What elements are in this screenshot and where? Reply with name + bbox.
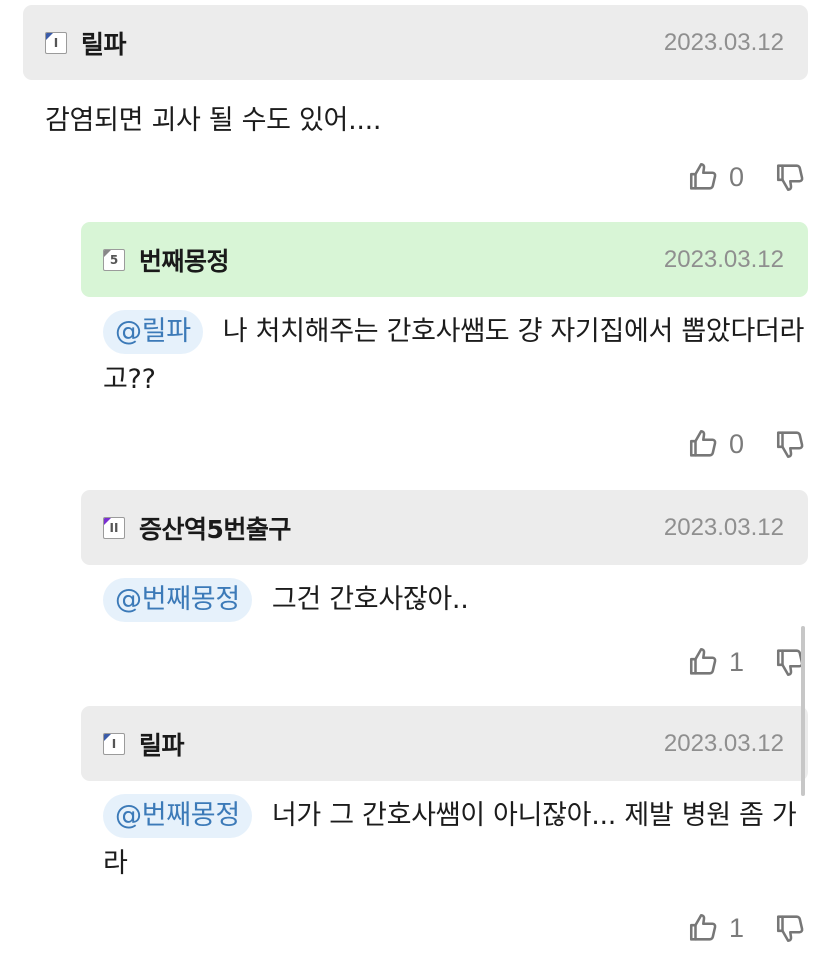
vote-bar: 0	[687, 160, 808, 194]
comment-text: @번째몽정 너가 그 간호사쌤이 아니잖아... 제발 병원 좀 가라	[103, 792, 808, 888]
level-badge-icon: 5	[103, 248, 125, 271]
author-nickname[interactable]: 번째몽정	[139, 242, 230, 278]
level-badge-icon: II	[103, 516, 125, 539]
author-nickname[interactable]: 증산역5번출구	[139, 510, 291, 546]
comment-date: 2023.03.12	[663, 513, 784, 541]
author-nickname[interactable]: 릴파	[81, 25, 127, 61]
like-count: 1	[728, 646, 744, 677]
comment: I 릴파 2023.03.12 감염되면 괴사 될 수도 있어.... 0	[23, 5, 808, 205]
comment-header: II 증산역5번출구 2023.03.12	[81, 490, 808, 565]
mention-tag[interactable]: @릴파	[103, 310, 203, 354]
vote-bar: 0	[687, 427, 808, 461]
thumbs-down-icon[interactable]	[774, 160, 808, 194]
thumbs-up-icon[interactable]	[687, 645, 721, 679]
comment-text: @릴파 나 처치해주는 간호사쌤도 걍 자기집에서 뽑았다더라고??	[103, 308, 808, 404]
vote-bar: 1	[687, 645, 808, 679]
comment-date: 2023.03.12	[663, 28, 784, 56]
comment-date: 2023.03.12	[663, 245, 784, 273]
vote-bar: 1	[687, 911, 808, 945]
thumbs-up-icon[interactable]	[687, 160, 721, 194]
thumbs-up-icon[interactable]	[687, 427, 721, 461]
comment-text-content: 나 처치해주는 간호사쌤도 걍 자기집에서 뽑았다더라고??	[103, 316, 805, 395]
like-count: 0	[728, 428, 744, 459]
scrollbar[interactable]	[801, 626, 805, 796]
comment-text-content: 감염되면 괴사 될 수도 있어....	[45, 105, 382, 136]
like-count: 1	[728, 912, 744, 943]
reply-comment: 5 번째몽정 2023.03.12 @릴파 나 처치해주는 간호사쌤도 걍 자기집…	[81, 222, 808, 472]
level-badge-icon: I	[103, 732, 125, 755]
level-badge-icon: I	[45, 31, 67, 54]
comment-text-content: 그건 간호사잖아..	[271, 584, 469, 615]
comment-header: I 릴파 2023.03.12	[81, 706, 808, 781]
reply-comment: II 증산역5번출구 2023.03.12 @번째몽정 그건 간호사잖아.. 1	[81, 490, 808, 690]
thumbs-up-icon[interactable]	[687, 911, 721, 945]
like-count: 0	[728, 161, 744, 192]
author-nickname[interactable]: 릴파	[139, 726, 185, 762]
comment-header: I 릴파 2023.03.12	[23, 5, 808, 80]
comment-header: 5 번째몽정 2023.03.12	[81, 222, 808, 297]
comment-date: 2023.03.12	[663, 729, 784, 757]
reply-comment: I 릴파 2023.03.12 @번째몽정 너가 그 간호사쌤이 아니잖아... …	[81, 706, 808, 960]
mention-tag[interactable]: @번째몽정	[103, 578, 252, 622]
comment-text: 감염되면 괴사 될 수도 있어....	[45, 97, 808, 145]
mention-tag[interactable]: @번째몽정	[103, 794, 252, 838]
thumbs-down-icon[interactable]	[774, 911, 808, 945]
thumbs-down-icon[interactable]	[774, 427, 808, 461]
comment-text: @번째몽정 그건 간호사잖아..	[103, 576, 808, 624]
